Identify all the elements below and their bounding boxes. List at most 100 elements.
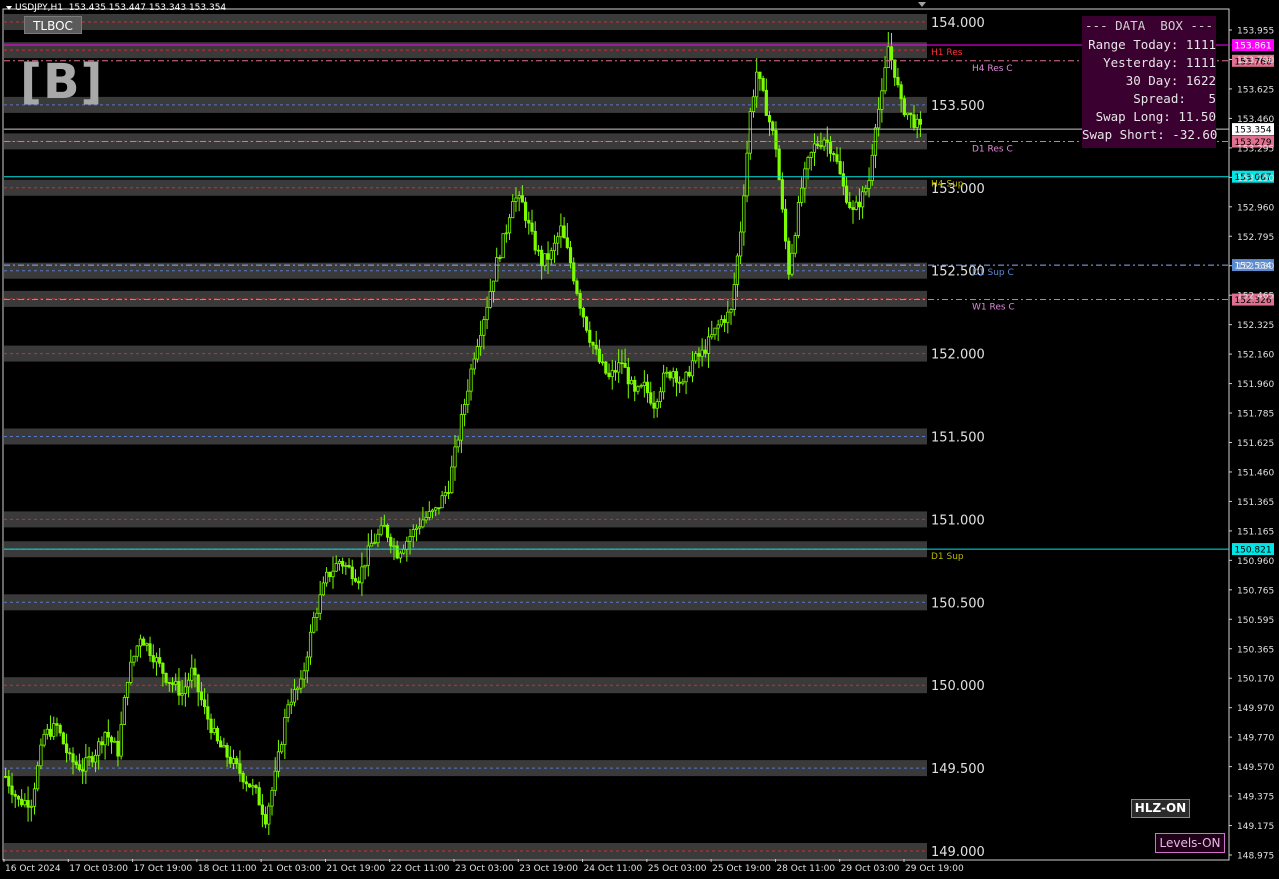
price-axis-label: 149.570 <box>1237 763 1274 773</box>
candle-body <box>511 201 515 219</box>
candle-body <box>578 293 582 309</box>
candle-body <box>453 446 457 468</box>
candle-body <box>636 386 640 392</box>
price-axis-label: 151.785 <box>1237 410 1274 420</box>
candle-body <box>42 733 46 746</box>
price-axis-label: 151.165 <box>1237 527 1274 537</box>
candle-body <box>633 379 637 392</box>
candle-body <box>665 371 669 374</box>
candle-body <box>889 46 894 61</box>
price-axis-label: 152.630 <box>1237 262 1274 272</box>
price-tag: 153.861 <box>1234 42 1271 52</box>
candle-body <box>671 371 675 379</box>
candle-body <box>16 795 21 800</box>
candle-body <box>562 225 566 239</box>
candle-body <box>58 724 62 734</box>
candle-body <box>23 800 27 806</box>
candle-body <box>186 679 191 688</box>
candle-body <box>697 353 701 357</box>
candle-body <box>803 168 807 189</box>
price-axis-label: 151.625 <box>1237 439 1274 449</box>
candle-body <box>629 379 634 385</box>
round-price-label: 149.500 <box>931 762 985 777</box>
candle-body <box>170 682 175 685</box>
candle-body <box>864 187 868 193</box>
price-axis-label: 151.960 <box>1237 380 1274 390</box>
candle-body <box>790 252 794 275</box>
candle-body <box>167 682 171 684</box>
candle-body <box>594 344 598 350</box>
price-axis-label: 151.365 <box>1237 498 1274 508</box>
candle-body <box>588 329 592 343</box>
dropdown-triangle-icon[interactable] <box>6 5 12 10</box>
candle-body <box>39 744 43 767</box>
candle-body <box>241 772 245 783</box>
chart-header: USDJPY,H1 153.435 153.447 153.343 153.35… <box>6 3 226 13</box>
candle-body <box>498 257 502 259</box>
candle-body <box>177 681 181 696</box>
candle-body <box>838 161 842 175</box>
time-axis-label: 21 Oct 03:00 <box>262 864 321 874</box>
candle-body <box>308 631 313 658</box>
candle-body <box>652 402 656 409</box>
candle-body <box>543 253 547 267</box>
round-price-label: 154.000 <box>931 16 985 31</box>
candle-body <box>899 84 903 100</box>
candle-body <box>735 255 740 285</box>
candle-body <box>440 495 444 509</box>
candle-body <box>196 674 200 693</box>
hlz-toggle-button[interactable]: HLZ-ON <box>1131 799 1190 818</box>
candle-body <box>129 661 133 683</box>
candle-body <box>777 148 781 181</box>
candle-body <box>360 566 364 584</box>
candle-body <box>103 732 107 746</box>
candle-body <box>369 542 374 547</box>
candle-body <box>109 736 114 743</box>
candle-body <box>113 740 117 743</box>
candle-body <box>414 527 419 530</box>
candle-body <box>575 280 579 294</box>
time-axis-label: 21 Oct 19:00 <box>326 864 385 874</box>
candle-body <box>918 118 922 125</box>
candle-body <box>844 185 849 203</box>
candle-body <box>13 794 17 797</box>
candle-body <box>222 745 226 748</box>
candle-body <box>64 743 69 754</box>
candle-body <box>219 740 223 748</box>
candle-body <box>902 98 906 116</box>
candle-body <box>382 524 386 527</box>
candle-body <box>848 201 852 208</box>
candle-body <box>793 235 797 254</box>
candle-body <box>408 536 412 542</box>
data-box-line: Yesterday: 1111 <box>1103 55 1216 70</box>
candle-body <box>687 371 691 377</box>
candle-body <box>55 723 59 726</box>
candle-body <box>658 391 663 403</box>
candle-body <box>318 594 322 614</box>
price-axis-label: 149.175 <box>1237 822 1274 832</box>
candle-body <box>767 115 772 123</box>
levels-toggle-button[interactable]: Levels-ON <box>1155 833 1225 853</box>
candle-body <box>385 524 390 538</box>
candle-body <box>142 638 146 646</box>
candle-body <box>158 657 162 664</box>
candle-body <box>828 141 833 154</box>
candle-body <box>263 814 268 825</box>
price-tag: 150.821 <box>1234 546 1271 556</box>
candle-body <box>36 765 40 790</box>
time-axis-label: 17 Oct 03:00 <box>69 864 128 874</box>
candle-body <box>495 257 499 282</box>
level-name-label: H4 Res C <box>972 64 1013 74</box>
candle-body <box>710 334 714 338</box>
candle-body <box>315 612 319 618</box>
ohlc-values: 153.435 153.447 153.343 153.354 <box>68 3 227 13</box>
round-price-label: 153.500 <box>931 99 985 114</box>
candle-body <box>93 754 98 763</box>
tlboc-button[interactable]: TLBOC <box>24 16 82 34</box>
candle-body <box>26 800 30 808</box>
candle-body <box>344 565 348 567</box>
candle-body <box>867 180 871 189</box>
candle-body <box>591 341 595 346</box>
candle-body <box>68 752 72 755</box>
price-axis-label: 150.765 <box>1237 586 1274 596</box>
